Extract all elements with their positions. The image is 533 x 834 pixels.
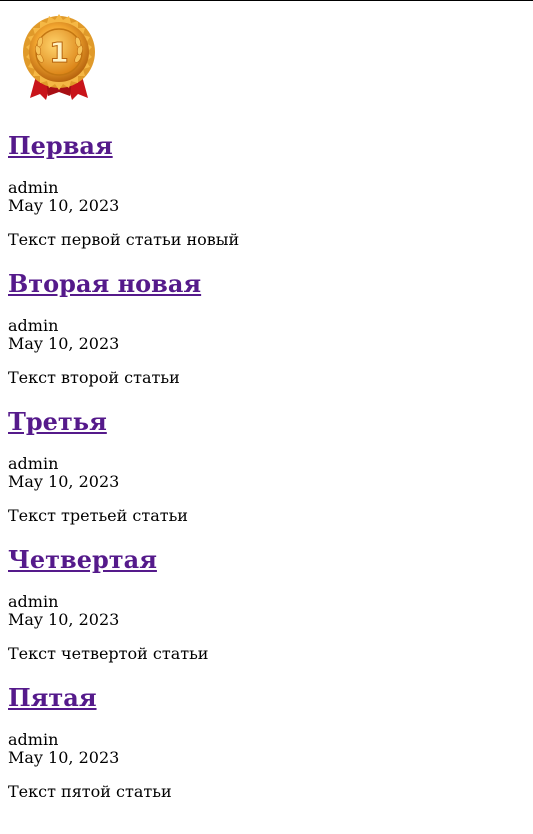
article-author: admin <box>8 592 59 611</box>
article-title-link[interactable]: Вторая новая <box>8 269 201 298</box>
article-date: May 10, 2023 <box>8 610 120 629</box>
article-author: admin <box>8 178 59 197</box>
article-title-link[interactable]: Пятая <box>8 683 97 712</box>
article-text: Текст пятой статьи <box>8 782 172 801</box>
article-text: Текст третьей статьи <box>8 506 188 525</box>
article-title-link[interactable]: Третья <box>8 407 107 436</box>
article-title: Четвертая <box>8 544 157 576</box>
article-item: Четвертая admin May 10, 2023 Текст четве… <box>8 544 528 682</box>
article-text: Текст четвертой статьи <box>8 644 209 663</box>
article-text: Текст первой статьи новый <box>8 230 240 249</box>
article-text: Текст второй статьи <box>8 368 180 387</box>
logo-link[interactable]: 1 <box>18 14 100 102</box>
gold-medal-icon: 1 <box>23 14 95 100</box>
article-author: admin <box>8 454 59 473</box>
article-list: Первая admin May 10, 2023 Текст первой с… <box>8 130 528 820</box>
article-title-link[interactable]: Четвертая <box>8 545 157 574</box>
article-author: admin <box>8 316 59 335</box>
article-item: Пятая admin May 10, 2023 Текст пятой ста… <box>8 682 528 820</box>
article-title: Вторая новая <box>8 268 201 300</box>
article-date: May 10, 2023 <box>8 334 120 353</box>
article-date: May 10, 2023 <box>8 196 120 215</box>
article-item: Вторая новая admin May 10, 2023 Текст вт… <box>8 268 528 406</box>
article-item: Первая admin May 10, 2023 Текст первой с… <box>8 130 528 268</box>
svg-text:1: 1 <box>49 36 68 69</box>
article-title-link[interactable]: Первая <box>8 131 113 160</box>
article-author: admin <box>8 730 59 749</box>
article-item: Третья admin May 10, 2023 Текст третьей … <box>8 406 528 544</box>
article-title: Первая <box>8 130 113 162</box>
article-title: Пятая <box>8 682 97 714</box>
article-date: May 10, 2023 <box>8 748 120 767</box>
article-date: May 10, 2023 <box>8 472 120 491</box>
top-border <box>0 0 533 1</box>
article-title: Третья <box>8 406 107 438</box>
